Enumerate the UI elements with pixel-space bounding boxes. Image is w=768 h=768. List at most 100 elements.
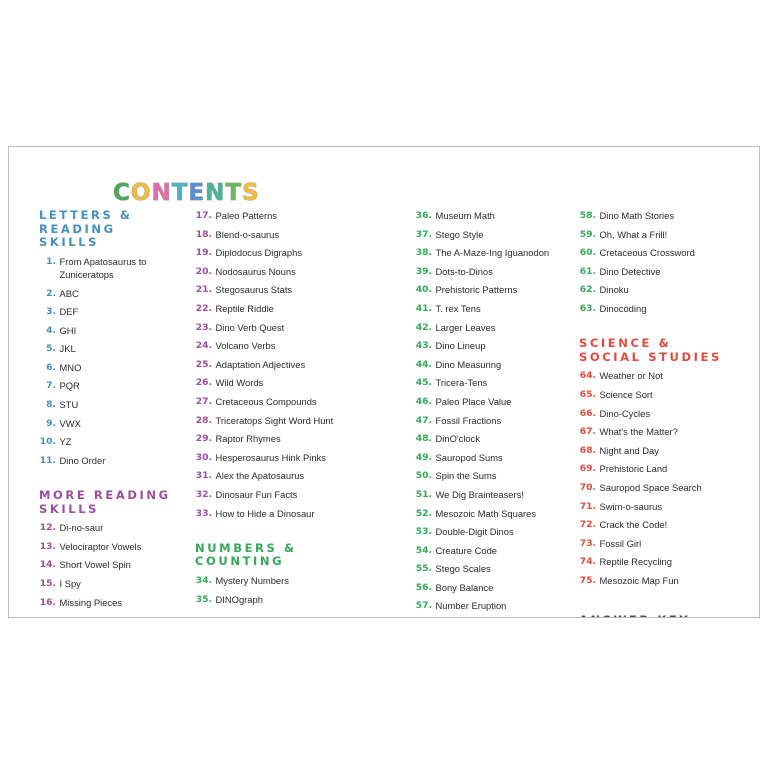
- contents-entry[interactable]: 54. Creature Code: [415, 544, 591, 557]
- contents-entry[interactable]: 42. Larger Leaves: [415, 321, 591, 334]
- entry-number: 18.: [195, 228, 212, 240]
- contents-entry[interactable]: 64. Weather or Not: [579, 369, 751, 382]
- contents-entry[interactable]: 8. STU: [39, 398, 187, 411]
- contents-entry[interactable]: 49. Sauropod Sums: [415, 451, 591, 464]
- contents-entry[interactable]: 33. How to Hide a Dinosaur: [195, 507, 391, 520]
- contents-entry[interactable]: 38. The A-Maze-Ing Iguanodon: [415, 246, 591, 259]
- entry-title: GHI: [59, 324, 77, 336]
- contents-entry[interactable]: 4. GHI: [39, 324, 187, 337]
- entry-title: Fossil Girl: [599, 537, 642, 549]
- contents-entry[interactable]: 59. Oh, What a Frill!: [579, 228, 751, 241]
- contents-entry[interactable]: 60. Cretaceous Crossword: [579, 246, 751, 259]
- contents-entry[interactable]: 74. Reptile Recycling: [579, 555, 751, 568]
- contents-entry[interactable]: 23. Dino Verb Quest: [195, 321, 391, 334]
- contents-entry[interactable]: 30. Hesperosaurus Hink Pinks: [195, 451, 391, 464]
- contents-entry[interactable]: 51. We Dig Brainteasers!: [415, 488, 591, 501]
- contents-entry[interactable]: 65. Science Sort: [579, 388, 751, 401]
- contents-entry[interactable]: 44. Dino Measuring: [415, 358, 591, 371]
- contents-entry[interactable]: 24. Volcano Verbs: [195, 339, 391, 352]
- contents-entry[interactable]: 70. Sauropod Space Search: [579, 481, 751, 494]
- contents-entry[interactable]: 17. Paleo Patterns: [195, 209, 391, 222]
- contents-entry[interactable]: 73. Fossil Girl: [579, 537, 751, 550]
- contents-entry[interactable]: 16. Missing Pieces: [39, 596, 187, 609]
- contents-entry[interactable]: 53. Double-Digit Dinos: [415, 525, 591, 538]
- contents-entry[interactable]: 40. Prehistoric Patterns: [415, 283, 591, 296]
- contents-entry[interactable]: 37. Stego Style: [415, 228, 591, 241]
- entry-title: Museum Math: [435, 210, 495, 221]
- contents-entry[interactable]: 3. DEF: [39, 305, 187, 318]
- contents-entry[interactable]: 47. Fossil Fractions: [415, 414, 591, 427]
- contents-entry[interactable]: 55. Stego Scales: [415, 562, 591, 575]
- contents-entry[interactable]: 50. Spin the Sums: [415, 469, 591, 482]
- entry-number: 19.: [195, 247, 212, 259]
- contents-entry[interactable]: 32. Dinosaur Fun Facts: [195, 488, 391, 501]
- contents-entry[interactable]: 45. Tricera-Tens: [415, 376, 591, 389]
- contents-entry[interactable]: 26. Wild Words: [195, 376, 391, 389]
- contents-entry[interactable]: 7. PQR: [39, 379, 187, 392]
- contents-entry[interactable]: 5. JKL: [39, 342, 187, 355]
- contents-entry[interactable]: 62. Dinoku: [579, 283, 751, 296]
- contents-entry[interactable]: 43. Dino Lineup: [415, 339, 591, 352]
- entry-number: 1.: [46, 255, 56, 267]
- contents-entry[interactable]: 10. YZ: [39, 435, 187, 448]
- title-letter-c-0: C: [113, 180, 131, 207]
- entry-number: 66.: [579, 407, 596, 419]
- contents-entry[interactable]: 13. Velociraptor Vowels: [39, 540, 187, 553]
- entry-number: 25.: [195, 358, 212, 370]
- entry-number: 43.: [415, 340, 432, 352]
- contents-entry[interactable]: 29. Raptor Rhymes: [195, 432, 391, 445]
- contents-entry[interactable]: 52. Mesozoic Math Squares: [415, 507, 591, 520]
- contents-entry[interactable]: 22. Reptile Riddle: [195, 302, 391, 315]
- contents-entry[interactable]: 2. ABC: [39, 287, 187, 300]
- section-heading-answer-key[interactable]: ANSWER KEY: [579, 613, 751, 617]
- entry-title: Tricera-Tens: [435, 377, 488, 389]
- contents-entry[interactable]: 11. Dino Order: [39, 454, 187, 467]
- entry-number: 27.: [195, 395, 212, 407]
- contents-entry[interactable]: 1. From Apatosaurus to Zuniceratops: [39, 255, 187, 282]
- contents-entry[interactable]: 34. Mystery Numbers: [195, 574, 391, 587]
- entry-title: Mesozoic Math Squares: [435, 507, 537, 519]
- contents-entry[interactable]: 57. Number Eruption: [415, 599, 591, 612]
- entry-number: 10.: [39, 436, 56, 448]
- contents-entry[interactable]: 58. Dino Math Stories: [579, 209, 751, 222]
- contents-entry[interactable]: 71. Swim-o-saurus: [579, 500, 751, 513]
- contents-entry[interactable]: 19. Diplodocus Digraphs: [195, 246, 391, 259]
- contents-entry[interactable]: 9. VWX: [39, 417, 187, 430]
- contents-entry[interactable]: 48. DinO'clock: [415, 432, 591, 445]
- entry-number: 30.: [195, 451, 212, 463]
- contents-entry[interactable]: 36. Museum Math: [415, 209, 591, 222]
- contents-entry[interactable]: 69. Prehistoric Land: [579, 462, 751, 475]
- contents-entry[interactable]: 31. Alex the Apatosaurus: [195, 469, 391, 482]
- contents-entry[interactable]: 39. Dots-to-Dinos: [415, 265, 591, 278]
- contents-entry[interactable]: 61. Dino Detective: [579, 265, 751, 278]
- entry-title: YZ: [59, 436, 72, 448]
- contents-entry[interactable]: 75. Mesozoic Map Fun: [579, 574, 751, 587]
- contents-entry[interactable]: 41. T. rex Tens: [415, 302, 591, 315]
- contents-entry[interactable]: 68. Night and Day: [579, 444, 751, 457]
- contents-entry[interactable]: 35. DINOgraph: [195, 593, 391, 606]
- entry-title: Fossil Fractions: [435, 414, 502, 426]
- section-heading-science-social: SCIENCE & SOCIAL STUDIES: [579, 336, 722, 364]
- contents-entry[interactable]: 56. Bony Balance: [415, 581, 591, 594]
- contents-entry[interactable]: 63. Dinocoding: [579, 302, 751, 315]
- contents-entry[interactable]: 15. I Spy: [39, 577, 187, 590]
- entry-number: 58.: [579, 210, 596, 221]
- contents-entry[interactable]: 14. Short Vowel Spin: [39, 558, 187, 571]
- contents-entry[interactable]: 18. Blend-o-saurus: [195, 228, 391, 241]
- entry-title: Stegosaurus Stats: [215, 284, 293, 296]
- contents-entry[interactable]: 21. Stegosaurus Stats: [195, 283, 391, 296]
- contents-entry[interactable]: 46. Paleo Place Value: [415, 395, 591, 408]
- contents-entry[interactable]: 67. What's the Matter?: [579, 425, 751, 438]
- contents-entry[interactable]: 66. Dino-Cycles: [579, 407, 751, 420]
- entry-title: Blend-o-saurus: [215, 228, 280, 240]
- contents-entry[interactable]: 28. Triceratops Sight Word Hunt: [195, 414, 391, 427]
- contents-entry[interactable]: 6. MNO: [39, 361, 187, 374]
- entry-title: Cretaceous Crossword: [599, 247, 695, 259]
- contents-entry[interactable]: 27. Cretaceous Compounds: [195, 395, 391, 408]
- entry-title: Reptile Recycling: [599, 556, 672, 568]
- entry-number: 37.: [415, 228, 432, 240]
- contents-entry[interactable]: 72. Crack the Code!: [579, 518, 751, 531]
- contents-entry[interactable]: 20. Nodosaurus Nouns: [195, 265, 391, 278]
- contents-entry[interactable]: 12. Di-no-saur: [39, 521, 187, 534]
- contents-entry[interactable]: 25. Adaptation Adjectives: [195, 358, 391, 371]
